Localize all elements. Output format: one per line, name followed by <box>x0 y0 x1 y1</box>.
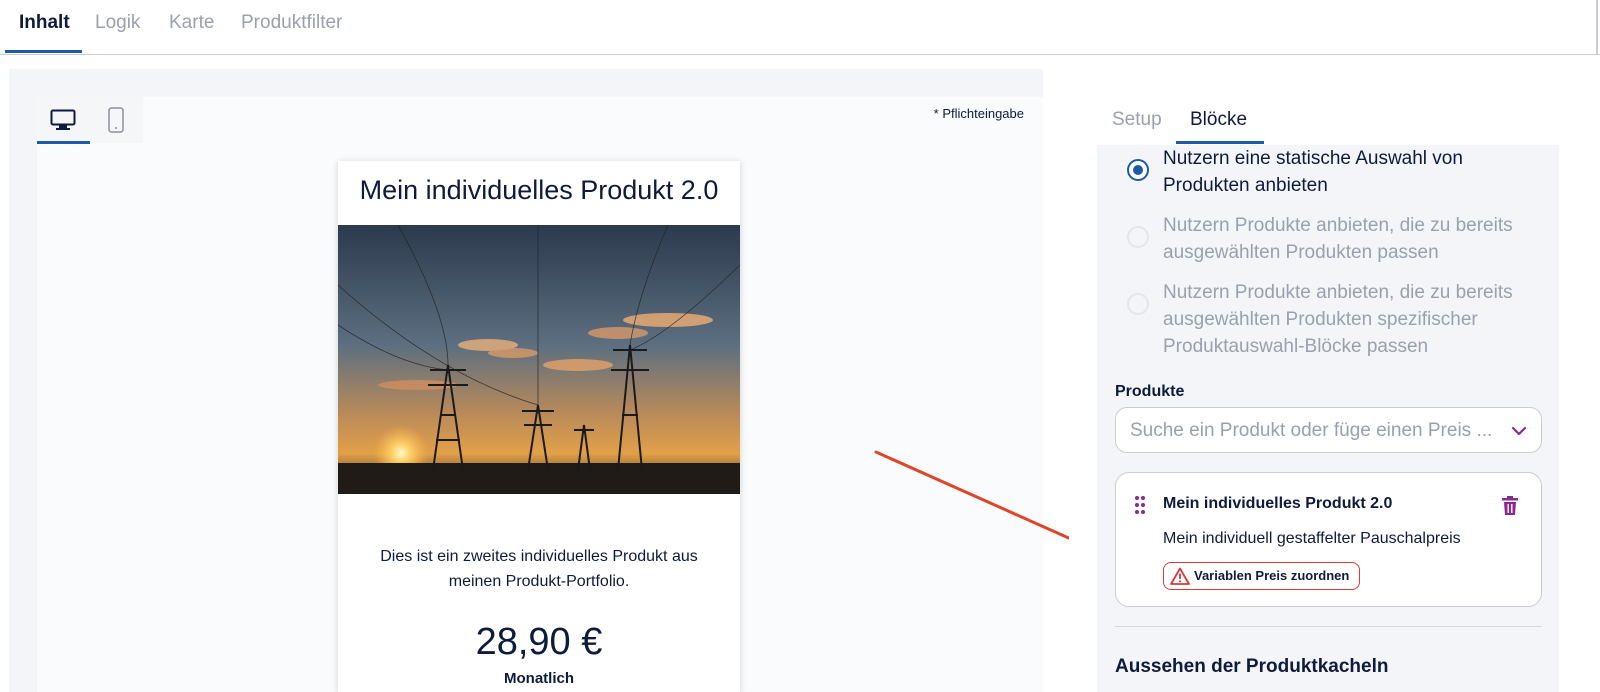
trash-icon[interactable] <box>1501 496 1519 516</box>
product-search-select[interactable]: Suche ein Produkt oder füge einen Preis … <box>1115 407 1542 453</box>
power-lines-sunset-image <box>338 225 740 494</box>
frame-edge <box>1596 0 1598 55</box>
chevron-down-icon <box>1511 426 1527 436</box>
panel-active-tab-indicator <box>1176 141 1264 144</box>
card-image <box>338 225 740 494</box>
tab-produktfilter[interactable]: Produktfilter <box>241 12 342 34</box>
section-divider <box>1115 626 1542 627</box>
tab-setup[interactable]: Setup <box>1112 108 1162 132</box>
selected-product-subtitle: Mein individuell gestaffelter Pauschalpr… <box>1163 530 1461 547</box>
required-note: * Pflichteingabe <box>933 106 1024 121</box>
radio-matching-specific-blocks[interactable] <box>1127 293 1149 315</box>
radio-static-selection[interactable] <box>1127 159 1149 181</box>
radio-label-static-selection: Nutzern eine statische Auswahl von Produ… <box>1163 148 1463 196</box>
card-description: Dies ist ein zweites individuelles Produ… <box>380 548 698 590</box>
tab-karte[interactable]: Karte <box>169 12 214 34</box>
warning-icon <box>1170 567 1190 585</box>
assign-variable-price-label: Variablen Preis zuordnen <box>1194 568 1350 583</box>
desktop-view-button[interactable] <box>37 97 89 143</box>
selected-product-title: Mein individuelles Produkt 2.0 <box>1163 495 1393 512</box>
card-price: 28,90 € <box>475 621 603 663</box>
device-active-indicator <box>37 141 90 144</box>
selected-product-item: Mein individuelles Produkt 2.0 Mein indi… <box>1115 472 1542 607</box>
drag-handle-icon[interactable] <box>1134 495 1146 515</box>
card-title: Mein individuelles Produkt 2.0 <box>359 175 719 205</box>
products-label: Produkte <box>1115 383 1185 400</box>
tab-inhalt[interactable]: Inhalt <box>19 12 70 34</box>
product-card-preview: Mein individuelles Produkt 2.0 Dies ist … <box>338 161 740 692</box>
tab-bloecke[interactable]: Blöcke <box>1190 108 1247 132</box>
tab-logik[interactable]: Logik <box>95 12 140 34</box>
appearance-section-heading: Aussehen der Produktkacheln <box>1115 656 1389 677</box>
radio-label-matching-products: Nutzern Produkte anbieten, die zu bereit… <box>1163 215 1513 263</box>
radio-matching-products[interactable] <box>1127 226 1149 248</box>
mobile-view-button[interactable] <box>90 97 142 143</box>
top-tab-bar: Inhalt Logik Karte Produktfilter <box>0 0 1600 55</box>
mobile-icon <box>108 107 124 133</box>
card-period: Monatlich <box>504 670 574 687</box>
active-tab-indicator <box>5 50 82 53</box>
product-search-placeholder: Suche ein Produkt oder füge einen Preis … <box>1130 420 1493 441</box>
desktop-icon <box>50 109 76 130</box>
radio-label-matching-specific-blocks: Nutzern Produkte anbieten, die zu bereit… <box>1163 282 1513 357</box>
assign-variable-price-button[interactable]: Variablen Preis zuordnen <box>1163 562 1361 590</box>
